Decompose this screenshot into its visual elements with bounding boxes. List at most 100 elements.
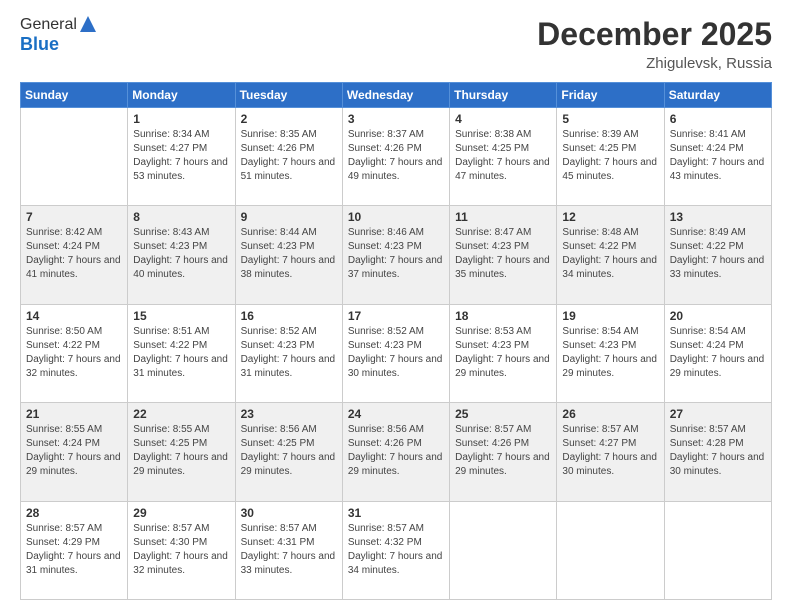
daylight-text: Daylight: 7 hours and 29 minutes. xyxy=(133,451,229,479)
sunset-text: Sunset: 4:23 PM xyxy=(241,240,337,254)
sunset-text: Sunset: 4:23 PM xyxy=(241,339,337,353)
day-info: Sunrise: 8:56 AMSunset: 4:26 PMDaylight:… xyxy=(348,423,444,479)
table-cell: 6 Sunrise: 8:41 AMSunset: 4:24 PMDaylight… xyxy=(664,108,771,206)
sunset-text: Sunset: 4:31 PM xyxy=(241,536,337,550)
day-number: 27 xyxy=(670,407,766,421)
table-cell: 23Sunrise: 8:56 AMSunset: 4:25 PMDayligh… xyxy=(235,403,342,501)
daylight-text: Daylight: 7 hours and 29 minutes. xyxy=(562,353,658,381)
sunrise-text: Sunrise: 8:52 AM xyxy=(241,325,337,339)
day-info: Sunrise: 8:57 AMSunset: 4:31 PMDaylight:… xyxy=(241,522,337,578)
daylight-text: Daylight: 7 hours and 51 minutes. xyxy=(241,156,337,184)
sunrise-text: Sunrise: 8:57 AM xyxy=(133,522,229,536)
day-info: Sunrise: 8:57 AMSunset: 4:28 PMDaylight:… xyxy=(670,423,766,479)
table-cell: 16Sunrise: 8:52 AMSunset: 4:23 PMDayligh… xyxy=(235,304,342,402)
day-info: Sunrise: 8:57 AMSunset: 4:26 PMDaylight:… xyxy=(455,423,551,479)
calendar-row-1: 7Sunrise: 8:42 AMSunset: 4:24 PMDaylight… xyxy=(21,206,772,304)
daylight-text: Daylight: 7 hours and 43 minutes. xyxy=(670,156,766,184)
table-cell: 30Sunrise: 8:57 AMSunset: 4:31 PMDayligh… xyxy=(235,501,342,599)
sunrise-text: Sunrise: 8:57 AM xyxy=(241,522,337,536)
col-thursday: Thursday xyxy=(450,83,557,108)
daylight-text: Daylight: 7 hours and 32 minutes. xyxy=(133,550,229,578)
day-number: 26 xyxy=(562,407,658,421)
daylight-text: Daylight: 7 hours and 37 minutes. xyxy=(348,254,444,282)
sunrise-text: Sunrise: 8:57 AM xyxy=(455,423,551,437)
daylight-text: Daylight: 7 hours and 29 minutes. xyxy=(670,353,766,381)
day-number: 6 xyxy=(670,112,766,126)
month-title: December 2025 xyxy=(537,16,772,53)
day-number: 2 xyxy=(241,112,337,126)
daylight-text: Daylight: 7 hours and 53 minutes. xyxy=(133,156,229,184)
daylight-text: Daylight: 7 hours and 31 minutes. xyxy=(241,353,337,381)
sunrise-text: Sunrise: 8:55 AM xyxy=(133,423,229,437)
table-cell: 18 Sunrise: 8:53 AMSunset: 4:23 PMDayligh… xyxy=(450,304,557,402)
table-cell: 10Sunrise: 8:46 AMSunset: 4:23 PMDayligh… xyxy=(342,206,449,304)
sunrise-text: Sunrise: 8:51 AM xyxy=(133,325,229,339)
day-number: 17 xyxy=(348,309,444,323)
sunset-text: Sunset: 4:23 PM xyxy=(348,339,444,353)
daylight-text: Daylight: 7 hours and 29 minutes. xyxy=(26,451,122,479)
sunset-text: Sunset: 4:28 PM xyxy=(670,437,766,451)
table-cell: 2Sunrise: 8:35 AMSunset: 4:26 PMDaylight… xyxy=(235,108,342,206)
table-cell: 3Sunrise: 8:37 AMSunset: 4:26 PMDaylight… xyxy=(342,108,449,206)
day-number: 28 xyxy=(26,506,122,520)
daylight-text: Daylight: 7 hours and 30 minutes. xyxy=(348,353,444,381)
table-cell: 7Sunrise: 8:42 AMSunset: 4:24 PMDaylight… xyxy=(21,206,128,304)
daylight-text: Daylight: 7 hours and 29 minutes. xyxy=(455,353,551,381)
day-info: Sunrise: 8:57 AMSunset: 4:27 PMDaylight:… xyxy=(562,423,658,479)
location: Zhigulevsk, Russia xyxy=(537,55,772,72)
sunrise-text: Sunrise: 8:57 AM xyxy=(26,522,122,536)
day-info: Sunrise: 8:57 AMSunset: 4:30 PMDaylight:… xyxy=(133,522,229,578)
header: General Blue December 2025 Zhigulevsk, R… xyxy=(20,16,772,72)
calendar-row-2: 14Sunrise: 8:50 AMSunset: 4:22 PMDayligh… xyxy=(21,304,772,402)
sunrise-text: Sunrise: 8:53 AM xyxy=(455,325,551,339)
day-number: 9 xyxy=(241,210,337,224)
table-cell: 4Sunrise: 8:38 AMSunset: 4:25 PMDaylight… xyxy=(450,108,557,206)
sunset-text: Sunset: 4:27 PM xyxy=(562,437,658,451)
sunset-text: Sunset: 4:23 PM xyxy=(562,339,658,353)
sunset-text: Sunset: 4:24 PM xyxy=(670,339,766,353)
sunset-text: Sunset: 4:24 PM xyxy=(26,437,122,451)
sunrise-text: Sunrise: 8:56 AM xyxy=(241,423,337,437)
table-cell: 27 Sunrise: 8:57 AMSunset: 4:28 PMDayligh… xyxy=(664,403,771,501)
day-info: Sunrise: 8:56 AMSunset: 4:25 PMDaylight:… xyxy=(241,423,337,479)
table-cell xyxy=(664,501,771,599)
day-info: Sunrise: 8:57 AMSunset: 4:32 PMDaylight:… xyxy=(348,522,444,578)
day-number: 21 xyxy=(26,407,122,421)
table-cell xyxy=(21,108,128,206)
sunrise-text: Sunrise: 8:37 AM xyxy=(348,128,444,142)
day-info: Sunrise: 8:55 AMSunset: 4:25 PMDaylight:… xyxy=(133,423,229,479)
table-cell: 20Sunrise: 8:54 AMSunset: 4:24 PMDayligh… xyxy=(664,304,771,402)
day-number: 18 xyxy=(455,309,551,323)
sunset-text: Sunset: 4:24 PM xyxy=(670,142,766,156)
col-sunday: Sunday xyxy=(21,83,128,108)
table-cell: 5Sunrise: 8:39 AMSunset: 4:25 PMDaylight… xyxy=(557,108,664,206)
day-number: 7 xyxy=(26,210,122,224)
col-friday: Friday xyxy=(557,83,664,108)
daylight-text: Daylight: 7 hours and 29 minutes. xyxy=(348,451,444,479)
sunset-text: Sunset: 4:22 PM xyxy=(133,339,229,353)
calendar-row-0: 1Sunrise: 8:34 AMSunset: 4:27 PMDaylight… xyxy=(21,108,772,206)
sunset-text: Sunset: 4:23 PM xyxy=(455,339,551,353)
daylight-text: Daylight: 7 hours and 32 minutes. xyxy=(26,353,122,381)
daylight-text: Daylight: 7 hours and 47 minutes. xyxy=(455,156,551,184)
table-cell: 31Sunrise: 8:57 AMSunset: 4:32 PMDayligh… xyxy=(342,501,449,599)
table-cell: 1Sunrise: 8:34 AMSunset: 4:27 PMDaylight… xyxy=(128,108,235,206)
daylight-text: Daylight: 7 hours and 40 minutes. xyxy=(133,254,229,282)
sunrise-text: Sunrise: 8:39 AM xyxy=(562,128,658,142)
day-number: 19 xyxy=(562,309,658,323)
col-wednesday: Wednesday xyxy=(342,83,449,108)
sunrise-text: Sunrise: 8:54 AM xyxy=(562,325,658,339)
table-cell: 26 Sunrise: 8:57 AMSunset: 4:27 PMDayligh… xyxy=(557,403,664,501)
day-info: Sunrise: 8:41 AMSunset: 4:24 PMDaylight:… xyxy=(670,128,766,184)
day-info: Sunrise: 8:54 AMSunset: 4:24 PMDaylight:… xyxy=(670,325,766,381)
sunrise-text: Sunrise: 8:57 AM xyxy=(670,423,766,437)
sunset-text: Sunset: 4:26 PM xyxy=(241,142,337,156)
day-info: Sunrise: 8:52 AMSunset: 4:23 PMDaylight:… xyxy=(241,325,337,381)
col-monday: Monday xyxy=(128,83,235,108)
table-cell: 24Sunrise: 8:56 AMSunset: 4:26 PMDayligh… xyxy=(342,403,449,501)
sunrise-text: Sunrise: 8:34 AM xyxy=(133,128,229,142)
day-info: Sunrise: 8:49 AMSunset: 4:22 PMDaylight:… xyxy=(670,226,766,282)
day-info: Sunrise: 8:57 AMSunset: 4:29 PMDaylight:… xyxy=(26,522,122,578)
sunset-text: Sunset: 4:23 PM xyxy=(348,240,444,254)
daylight-text: Daylight: 7 hours and 31 minutes. xyxy=(133,353,229,381)
